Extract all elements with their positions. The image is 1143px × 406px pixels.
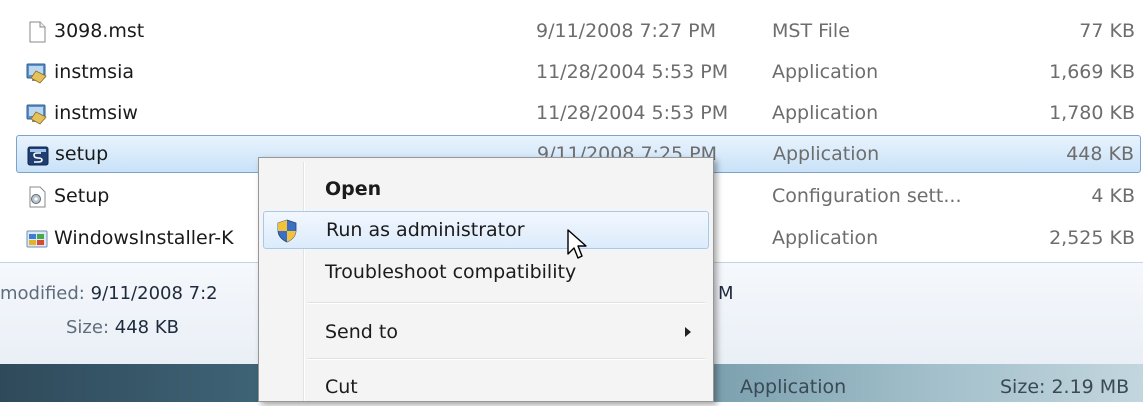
file-size: 1,669 KB <box>1049 61 1135 83</box>
details-size-value: 448 KB <box>114 317 179 338</box>
installer-app-icon <box>26 104 47 125</box>
file-name: setup <box>55 143 109 165</box>
installer-app-icon <box>26 63 47 84</box>
menu-item-troubleshoot-compatibility[interactable]: Troubleshoot compatibility <box>263 253 709 291</box>
file-type: Application <box>772 61 879 83</box>
menu-separator <box>307 358 705 360</box>
file-size: 4 KB <box>1091 185 1135 207</box>
setup-app-icon <box>27 146 49 166</box>
menu-separator <box>307 302 705 304</box>
file-row-instmsiw[interactable]: instmsiw 11/28/2004 5:53 PM Application … <box>16 94 1141 132</box>
menu-item-label: Run as administrator <box>326 219 525 241</box>
details-modified-tail: M <box>718 283 734 304</box>
file-size: 1,780 KB <box>1049 102 1135 124</box>
menu-item-label: Send to <box>325 321 398 343</box>
file-size: 77 KB <box>1079 20 1135 42</box>
file-size: 2,525 KB <box>1049 227 1135 249</box>
background-type-text: Application <box>740 376 847 398</box>
context-menu: Open Run as administrator Troubleshoot c… <box>258 157 714 402</box>
file-modified: 11/28/2004 5:53 PM <box>536 102 729 124</box>
details-size: Size: 448 KB <box>66 317 179 338</box>
menu-item-label: Cut <box>325 376 358 398</box>
file-size: 448 KB <box>1066 143 1134 165</box>
file-name: 3098.mst <box>54 20 145 42</box>
details-modified: modified: 9/11/2008 7:2 <box>0 283 218 304</box>
menu-item-send-to[interactable]: Send to <box>263 313 709 351</box>
file-type: Configuration sett... <box>772 185 962 207</box>
submenu-arrow-icon <box>685 327 691 337</box>
menu-item-label: Troubleshoot compatibility <box>325 261 577 283</box>
config-settings-icon <box>29 186 46 208</box>
file-type: MST File <box>772 20 850 42</box>
file-name: Setup <box>54 185 110 207</box>
menu-item-label: Open <box>325 178 382 200</box>
details-size-label: Size: <box>66 317 110 338</box>
file-type: Application <box>772 102 879 124</box>
file-row-instmsia[interactable]: instmsia 11/28/2004 5:53 PM Application … <box>16 53 1141 91</box>
windows-installer-icon <box>26 230 48 248</box>
document-icon <box>29 21 46 43</box>
background-size-text: Size: 2.19 MB <box>1000 376 1130 398</box>
menu-item-cut[interactable]: Cut <box>263 368 709 406</box>
file-name: instmsiw <box>54 102 138 124</box>
details-modified-label: modified: <box>0 283 85 304</box>
mouse-pointer-icon <box>567 229 587 259</box>
file-modified: 9/11/2008 7:27 PM <box>536 20 717 42</box>
menu-item-run-as-administrator[interactable]: Run as administrator <box>263 211 709 249</box>
file-type: Application <box>772 227 879 249</box>
uac-shield-icon <box>277 219 297 243</box>
file-name: WindowsInstaller-K <box>54 227 234 249</box>
file-row-3098-mst[interactable]: 3098.mst 9/11/2008 7:27 PM MST File 77 K… <box>16 12 1141 50</box>
file-name: instmsia <box>54 61 134 83</box>
details-modified-value: 9/11/2008 7:2 <box>90 283 218 304</box>
menu-item-open[interactable]: Open <box>263 170 709 208</box>
file-modified: 11/28/2004 5:53 PM <box>536 61 729 83</box>
file-type: Application <box>773 143 880 165</box>
